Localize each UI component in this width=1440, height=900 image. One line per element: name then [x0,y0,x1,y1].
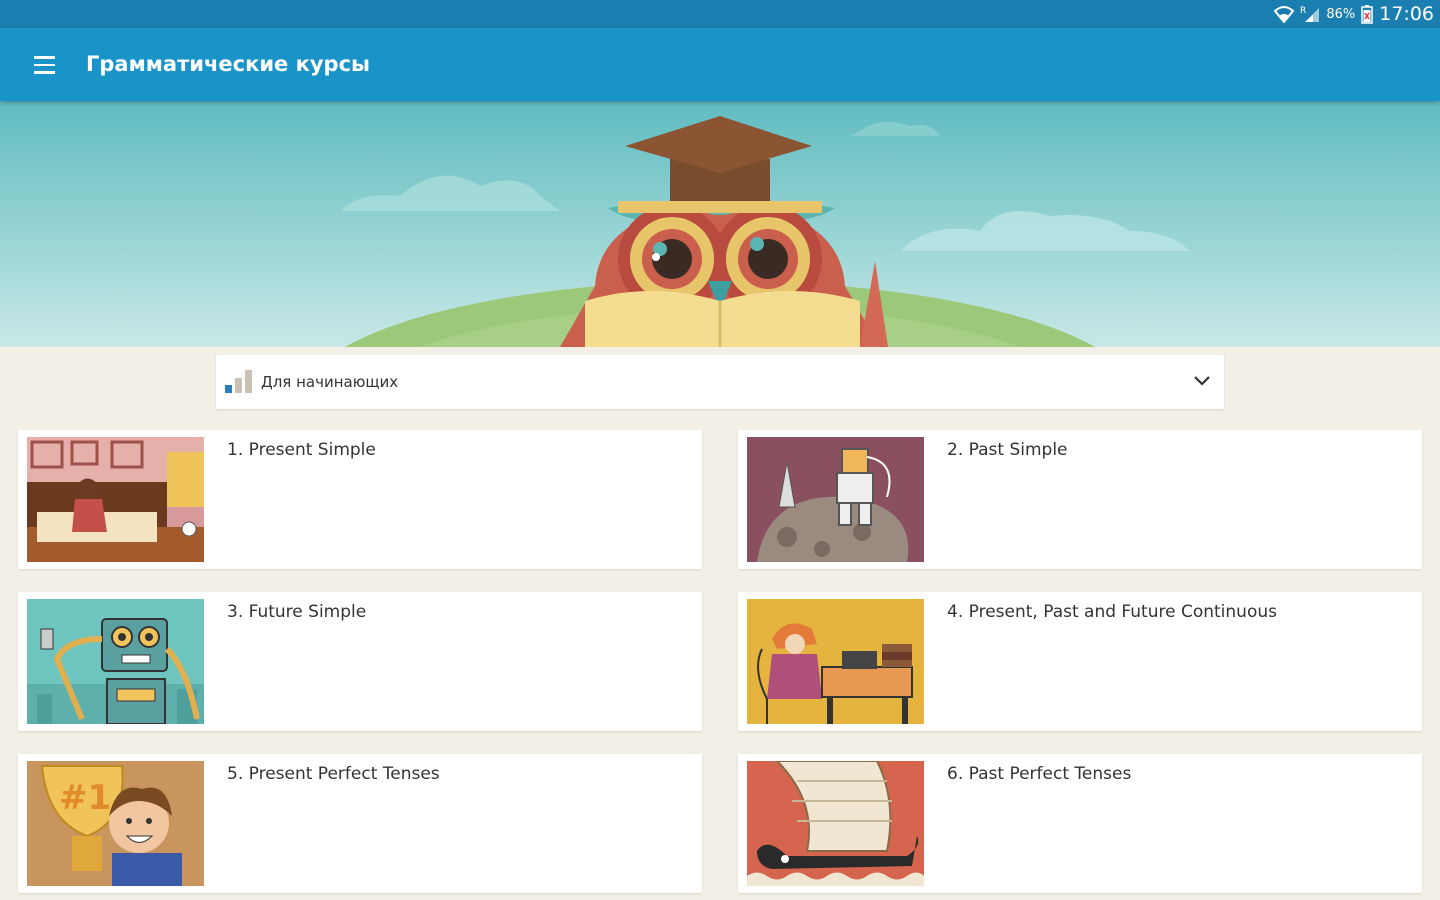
hero-banner [0,101,1440,347]
owl-graduate-illustration [0,101,1440,347]
course-card-3[interactable]: 3. Future Simple [18,592,702,731]
signal-roaming-icon: R [1300,5,1320,23]
course-card-2[interactable]: 2. Past Simple [738,430,1422,569]
wifi-icon [1274,5,1295,23]
course-title: 6. Past Perfect Tenses [947,764,1132,784]
app-bar: Грамматические курсы [0,28,1440,101]
course-title: 3. Future Simple [227,602,367,622]
battery-icon [1361,4,1373,24]
girl-waking-up-illustration [27,437,204,562]
battery-percent: 86% [1326,6,1356,22]
level-dropdown[interactable]: Для начинающих [216,355,1224,409]
astronaut-on-moon-illustration [747,437,924,562]
hamburger-menu-icon[interactable] [24,48,66,82]
course-title: 5. Present Perfect Tenses [227,764,440,784]
status-icons: R 86% 17:06 [1274,0,1434,28]
level-dropdown-value: Для начинающих [261,373,399,391]
chevron-down-icon[interactable] [1192,371,1212,391]
course-card-4[interactable]: 4. Present, Past and Future Continuous [738,592,1422,731]
boy-with-trophy-illustration: #1 [27,761,204,886]
woman-typewriter-illustration [747,599,924,724]
robot-illustration [27,599,204,724]
clock: 17:06 [1379,3,1434,25]
svg-text:#1: #1 [59,778,111,818]
course-card-5[interactable]: #1 5. Present Perfect Tenses [18,754,702,893]
course-title: 1. Present Simple [227,440,376,460]
course-title: 2. Past Simple [947,440,1068,460]
svg-text:R: R [1300,6,1306,16]
page-title: Грамматические курсы [86,52,371,76]
status-bar: R 86% 17:06 [0,0,1440,28]
level-bars-icon [225,370,252,393]
course-card-6[interactable]: 6. Past Perfect Tenses [738,754,1422,893]
ancient-ship-illustration [747,761,924,886]
course-card-1[interactable]: 1. Present Simple [18,430,702,569]
course-title: 4. Present, Past and Future Continuous [947,602,1277,622]
